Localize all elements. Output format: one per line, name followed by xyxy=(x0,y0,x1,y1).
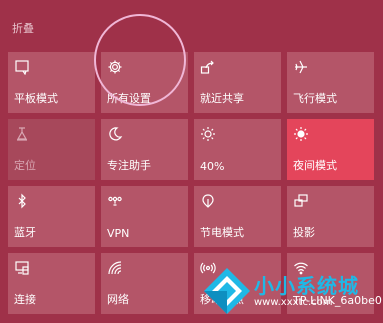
watermark-logo-icon xyxy=(204,268,250,314)
tile-label: 节电模式 xyxy=(200,226,244,239)
connect-icon xyxy=(14,260,30,276)
watermark-url: www.xxxtc.com xyxy=(254,297,333,308)
project-icon xyxy=(293,193,309,209)
tile-label: 夜间模式 xyxy=(293,159,337,172)
tile-network[interactable]: 网络 xyxy=(101,253,188,314)
tile-location[interactable]: 定位 xyxy=(8,119,95,180)
tile-label: 蓝牙 xyxy=(14,226,36,239)
airplane-icon xyxy=(293,59,309,75)
highlight-circle xyxy=(94,14,186,106)
watermark: 小小系统城 www.xxxtc.com xyxy=(196,262,381,320)
vpn-icon xyxy=(107,193,123,209)
night-light-icon xyxy=(293,126,309,142)
tile-bluetooth[interactable]: 蓝牙 xyxy=(8,186,95,247)
tile-airplane-mode[interactable]: 飞行模式 xyxy=(287,52,374,113)
location-icon xyxy=(14,126,30,142)
tile-label: 平板模式 xyxy=(14,92,58,105)
tile-battery-saver[interactable]: 节电模式 xyxy=(194,186,281,247)
tile-project[interactable]: 投影 xyxy=(287,186,374,247)
tile-label: VPN xyxy=(107,227,130,240)
watermark-text: 小小系统城 xyxy=(254,274,359,298)
tile-tablet-mode[interactable]: 平板模式 xyxy=(8,52,95,113)
moon-icon xyxy=(107,126,123,142)
tile-label: 连接 xyxy=(14,293,36,306)
tile-label: 专注助手 xyxy=(107,159,151,172)
brightness-icon xyxy=(200,126,216,142)
tile-label: 就近共享 xyxy=(200,92,244,105)
tile-label: 定位 xyxy=(14,159,36,172)
tile-focus-assist[interactable]: 专注助手 xyxy=(101,119,188,180)
tile-brightness[interactable]: 40% xyxy=(194,119,281,180)
tile-connect[interactable]: 连接 xyxy=(8,253,95,314)
tablet-mode-icon xyxy=(14,59,30,75)
tile-label: 网络 xyxy=(107,293,129,306)
collapse-button[interactable]: 折叠 xyxy=(12,20,34,36)
battery-saver-icon xyxy=(200,193,216,209)
nearby-share-icon xyxy=(200,59,216,75)
tile-label: 40% xyxy=(200,160,225,173)
tile-vpn[interactable]: VPN xyxy=(101,186,188,247)
bluetooth-icon xyxy=(14,193,30,209)
tile-night-light[interactable]: 夜间模式 xyxy=(287,119,374,180)
tile-label: 飞行模式 xyxy=(293,92,337,105)
network-icon xyxy=(107,260,123,276)
tile-label: 投影 xyxy=(293,226,315,239)
tile-nearby-share[interactable]: 就近共享 xyxy=(194,52,281,113)
